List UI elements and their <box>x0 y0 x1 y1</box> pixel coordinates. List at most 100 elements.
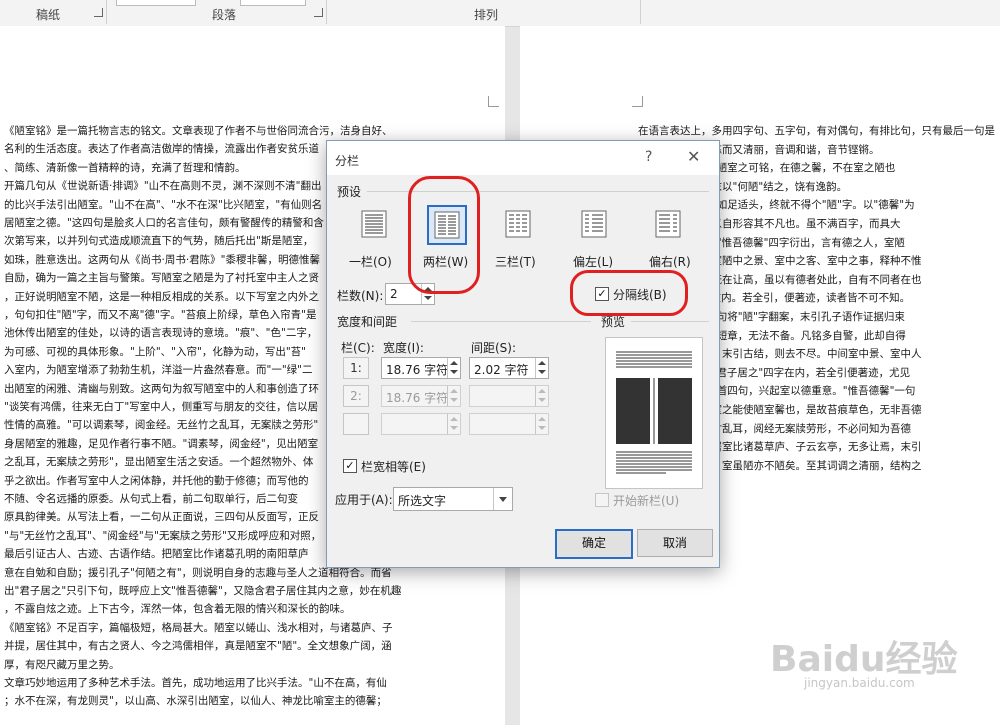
ribbon-separator <box>640 0 641 24</box>
dialog-titlebar: 分栏 ? ✕ <box>327 141 719 175</box>
column-width-spinner[interactable]: 18.76 字符 <box>381 357 461 379</box>
column-row-number: 2: <box>343 385 369 407</box>
spinner-arrows-icon[interactable] <box>447 358 460 378</box>
column-row-number <box>343 413 369 435</box>
document-text-line: 并提，居住其中，有古之贤人、今之鸿儒相伴，真是陋室不"陋"。全文想象广阔，涵 <box>4 640 392 653</box>
document-text-line: 的比兴手法引出陋室。"山不在高"、"水不在深"比兴陋室，"有仙则名 <box>4 198 323 211</box>
equal-width-label: 栏宽相等(E) <box>361 460 426 474</box>
presets-heading: 预设 <box>337 185 362 199</box>
left-column-icon <box>581 210 607 238</box>
close-icon[interactable]: ✕ <box>687 147 700 166</box>
document-text-line: 、简练、清新像一首精粹的诗，充满了哲理和情韵。 <box>4 161 246 174</box>
ribbon: 稿纸 段落 排列 <box>0 0 1000 27</box>
preset-right[interactable] <box>649 205 687 243</box>
document-text-line: "谈笑有鸿儒，往来无白丁"写室中人，侧重写与朋友的交往，信以居 <box>4 401 319 413</box>
document-text-line: 次第写来，以并列句式造成顺流直下的气势，随后托出"斯是陋室， <box>4 235 314 248</box>
two-column-preview-icon <box>616 351 692 474</box>
preset-three-columns[interactable] <box>499 205 537 243</box>
column-spacing-value: 2.02 字符 <box>474 363 529 377</box>
preview-pane <box>605 337 703 489</box>
cancel-button[interactable]: 取消 <box>637 529 713 557</box>
document-text-line: 性情的高雅。"可以调素琴，阅金经。无丝竹之乱耳，无案牍之劳形" <box>4 419 319 432</box>
document-text-line: 自励，确为一篇之主旨与警策。写陋室之陋是为了衬托室中主人之贤 <box>4 272 319 285</box>
document-text-line: 之乱耳，无案牍之劳形"，显出陋室生活之安适。一个超然物外、体 <box>4 456 314 469</box>
width-spacing-heading: 宽度和间距 <box>337 315 398 329</box>
ribbon-dropdown-stub[interactable] <box>116 0 196 6</box>
document-text-line: 原具韵律美。从写法上看，一二句从正面说，三四句从反面写，正反 <box>4 511 319 524</box>
document-text-line: ，句句扣住"陋"字，而又不离"德"字。"苔痕上阶绿，草色入帘青"是 <box>4 309 317 321</box>
num-columns-value: 2 <box>390 287 398 301</box>
document-text-line: 为可感、可视的具体形象。"上阶"、"入帘"，化静为动，写出"苔" <box>4 345 306 358</box>
ribbon-group-label: 排列 <box>474 8 499 22</box>
preset-one-label: 一栏(O) <box>349 255 392 269</box>
equal-width-checkbox[interactable]: ✓ <box>343 459 357 473</box>
dialog-title: 分栏 <box>335 154 360 168</box>
apply-to-label: 应用于(A): <box>335 493 393 507</box>
document-text-line: 出"君子居之"只引下句，既呼应上文"惟吾德馨"，又隐含君子居住其内之意，妙在机趣 <box>4 585 402 597</box>
col-header: 栏(C): <box>341 341 375 355</box>
document-text-line: 《陋室铭》是一篇托物言志的铭文。文章表现了作者不与世俗同流合污，洁身自好、 <box>4 125 393 137</box>
paragraph-launcher-icon[interactable] <box>314 8 323 17</box>
preset-left[interactable] <box>575 205 613 243</box>
preset-right-label: 偏右(R) <box>649 255 691 269</box>
document-text-line: ，不露自炫之迹。上下古今，浑然一体，包含着无限的情兴和深长的韵味。 <box>4 603 351 616</box>
spacing-header: 间距(S): <box>471 341 517 355</box>
column-width-spinner <box>381 413 461 435</box>
column-spacing-spinner[interactable]: 2.02 字符 <box>469 357 549 379</box>
spinner-arrows-icon <box>447 414 460 434</box>
spinner-arrows-icon <box>447 386 460 406</box>
num-columns-label: 栏数(N): <box>337 289 384 303</box>
watermark-logo: Baidu经验 <box>770 639 958 680</box>
column-spacing-spinner <box>469 413 549 435</box>
document-text-line: ；水不在深，有龙则灵"，以山高、水深引出陋室，以仙人、神龙比喻室主的德馨； <box>4 695 387 708</box>
new-column-label: 开始新栏(U) <box>613 494 680 508</box>
document-text-line: 开篇几句从《世说新语·排调》"山不在高则不灵，渊不深则不清"翻出 <box>4 180 322 193</box>
column-width-value: 18.76 字符 <box>386 363 449 377</box>
document-text-line: 最后引证古人、古迹、古语作结。把陋室比作诸葛孔明的南阳草庐 <box>4 548 309 561</box>
chevron-down-icon[interactable] <box>493 488 512 510</box>
preset-three-label: 三栏(T) <box>495 255 536 269</box>
apply-to-select[interactable]: 所选文字 <box>393 487 513 511</box>
page-corner-mark <box>632 96 643 107</box>
page-corner-mark <box>488 96 499 107</box>
watermark-url: jingyan.baidu.com <box>804 676 915 690</box>
annotation-circle-separator <box>570 270 688 316</box>
column-spacing-spinner <box>469 385 549 407</box>
new-column-checkbox <box>595 493 609 507</box>
columns-dialog: 分栏 ? ✕ 预设 一栏(O) 两栏(W) 三栏(T) 偏左(L) 偏右(R) … <box>326 140 720 568</box>
help-icon[interactable]: ? <box>645 149 652 165</box>
divider <box>411 321 591 322</box>
spinner-arrows-icon <box>535 386 548 406</box>
document-text-line: 《陋室铭》不足百字，篇幅极短，格局甚大。陋室以蜷山、浅水相对，与诸葛庐、子 <box>4 621 393 634</box>
ribbon-separator <box>326 0 327 24</box>
document-text-line: 居陋室之德。"这四句是脍炙人口的名言佳句，颇有警醒传的精警和含 <box>4 217 324 229</box>
column-width-value: 18.76 字符 <box>386 391 449 405</box>
document-text-line: 不随、令名远播的原委。从句式上看，前二句取单行，后二句变 <box>4 493 298 505</box>
document-text-line: 如珠，胜意迭出。这两句从《尚书·周书·君陈》"黍稷非馨，明德惟馨 <box>4 253 321 266</box>
column-width-spinner: 18.76 字符 <box>381 385 461 407</box>
document-text-line: 池休传出陋室的佳处，以诗的语言表现诗的意境。"痕"、"色"二字， <box>4 327 318 340</box>
apply-to-value: 所选文字 <box>398 494 447 508</box>
dialog-launcher-icon[interactable] <box>94 8 103 17</box>
document-text-line: 出陋室的闲雅、清幽与别致。这两句为叙写陋室中的人和事创造了环 <box>4 382 319 395</box>
document-text-line: 在语言表达上，多用四字句、五字句，有对偶句，有排比句，只有最后一句是 <box>638 125 995 137</box>
right-column-icon <box>655 210 681 238</box>
spinner-arrows-icon[interactable] <box>535 358 548 378</box>
preset-one-column[interactable] <box>355 205 393 243</box>
preset-left-label: 偏左(L) <box>573 255 614 269</box>
annotation-circle-two-columns <box>408 176 480 294</box>
width-header: 宽度(I): <box>383 341 424 355</box>
ribbon-group-label: 段落 <box>212 8 237 22</box>
one-column-icon <box>361 210 387 238</box>
ribbon-separator <box>106 0 107 24</box>
ribbon-group-label: 稿纸 <box>36 8 61 22</box>
column-row-number: 1: <box>343 357 369 379</box>
ok-button[interactable]: 确定 <box>555 529 633 559</box>
document-text-line: 名利的生活态度。表达了作者高洁傲岸的情操，流露出作者安贫乐道 <box>4 143 319 156</box>
document-text-line: ，正好说明陋室不陋，这是一种相反相成的关系。以下写室之内外之 <box>4 290 319 303</box>
document-text-line: 乎之欲出。作者写室中人之闲体静，并托他的勤于修德；而写他的 <box>4 474 309 487</box>
document-text-line: 文章巧妙地运用了多种艺术手法。首先，成功地运用了比兴手法。"山不在高，有仙 <box>4 677 387 689</box>
ribbon-dropdown-stub[interactable] <box>240 0 306 6</box>
divider <box>631 321 709 322</box>
three-columns-icon <box>505 210 531 238</box>
